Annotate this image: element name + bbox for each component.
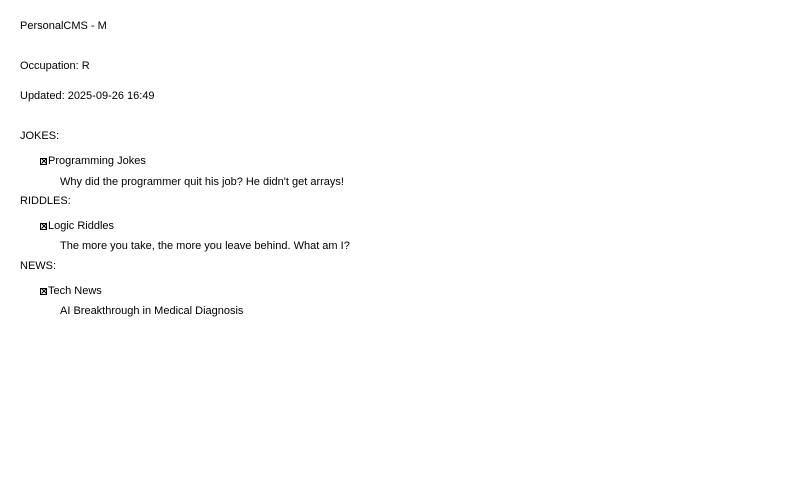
section-label-jokes: JOKES: [20, 130, 60, 142]
app-title: PersonalCMS - M [20, 20, 107, 32]
section-label-news: NEWS: [20, 260, 57, 272]
group-tech-news[interactable]: Tech News [40, 284, 102, 298]
section-label-riddles: RIDDLES: [20, 195, 71, 207]
occupation-text: Occupation: R [20, 60, 90, 72]
list-item: The more you take, the more you leave be… [60, 240, 350, 252]
group-title-label[interactable]: Logic Riddles [48, 219, 114, 233]
x-box-icon[interactable] [40, 157, 47, 165]
list-item: Why did the programmer quit his job? He … [60, 176, 344, 188]
group-title-label[interactable]: Programming Jokes [48, 154, 146, 168]
x-box-icon[interactable] [40, 222, 47, 230]
group-logic-riddles[interactable]: Logic Riddles [40, 219, 114, 233]
group-title-label[interactable]: Tech News [48, 284, 102, 298]
list-item: AI Breakthrough in Medical Diagnosis [60, 305, 244, 317]
updated-timestamp: Updated: 2025-09-26 16:49 [20, 90, 155, 102]
group-programming-jokes[interactable]: Programming Jokes [40, 154, 146, 168]
x-box-icon[interactable] [40, 287, 47, 295]
